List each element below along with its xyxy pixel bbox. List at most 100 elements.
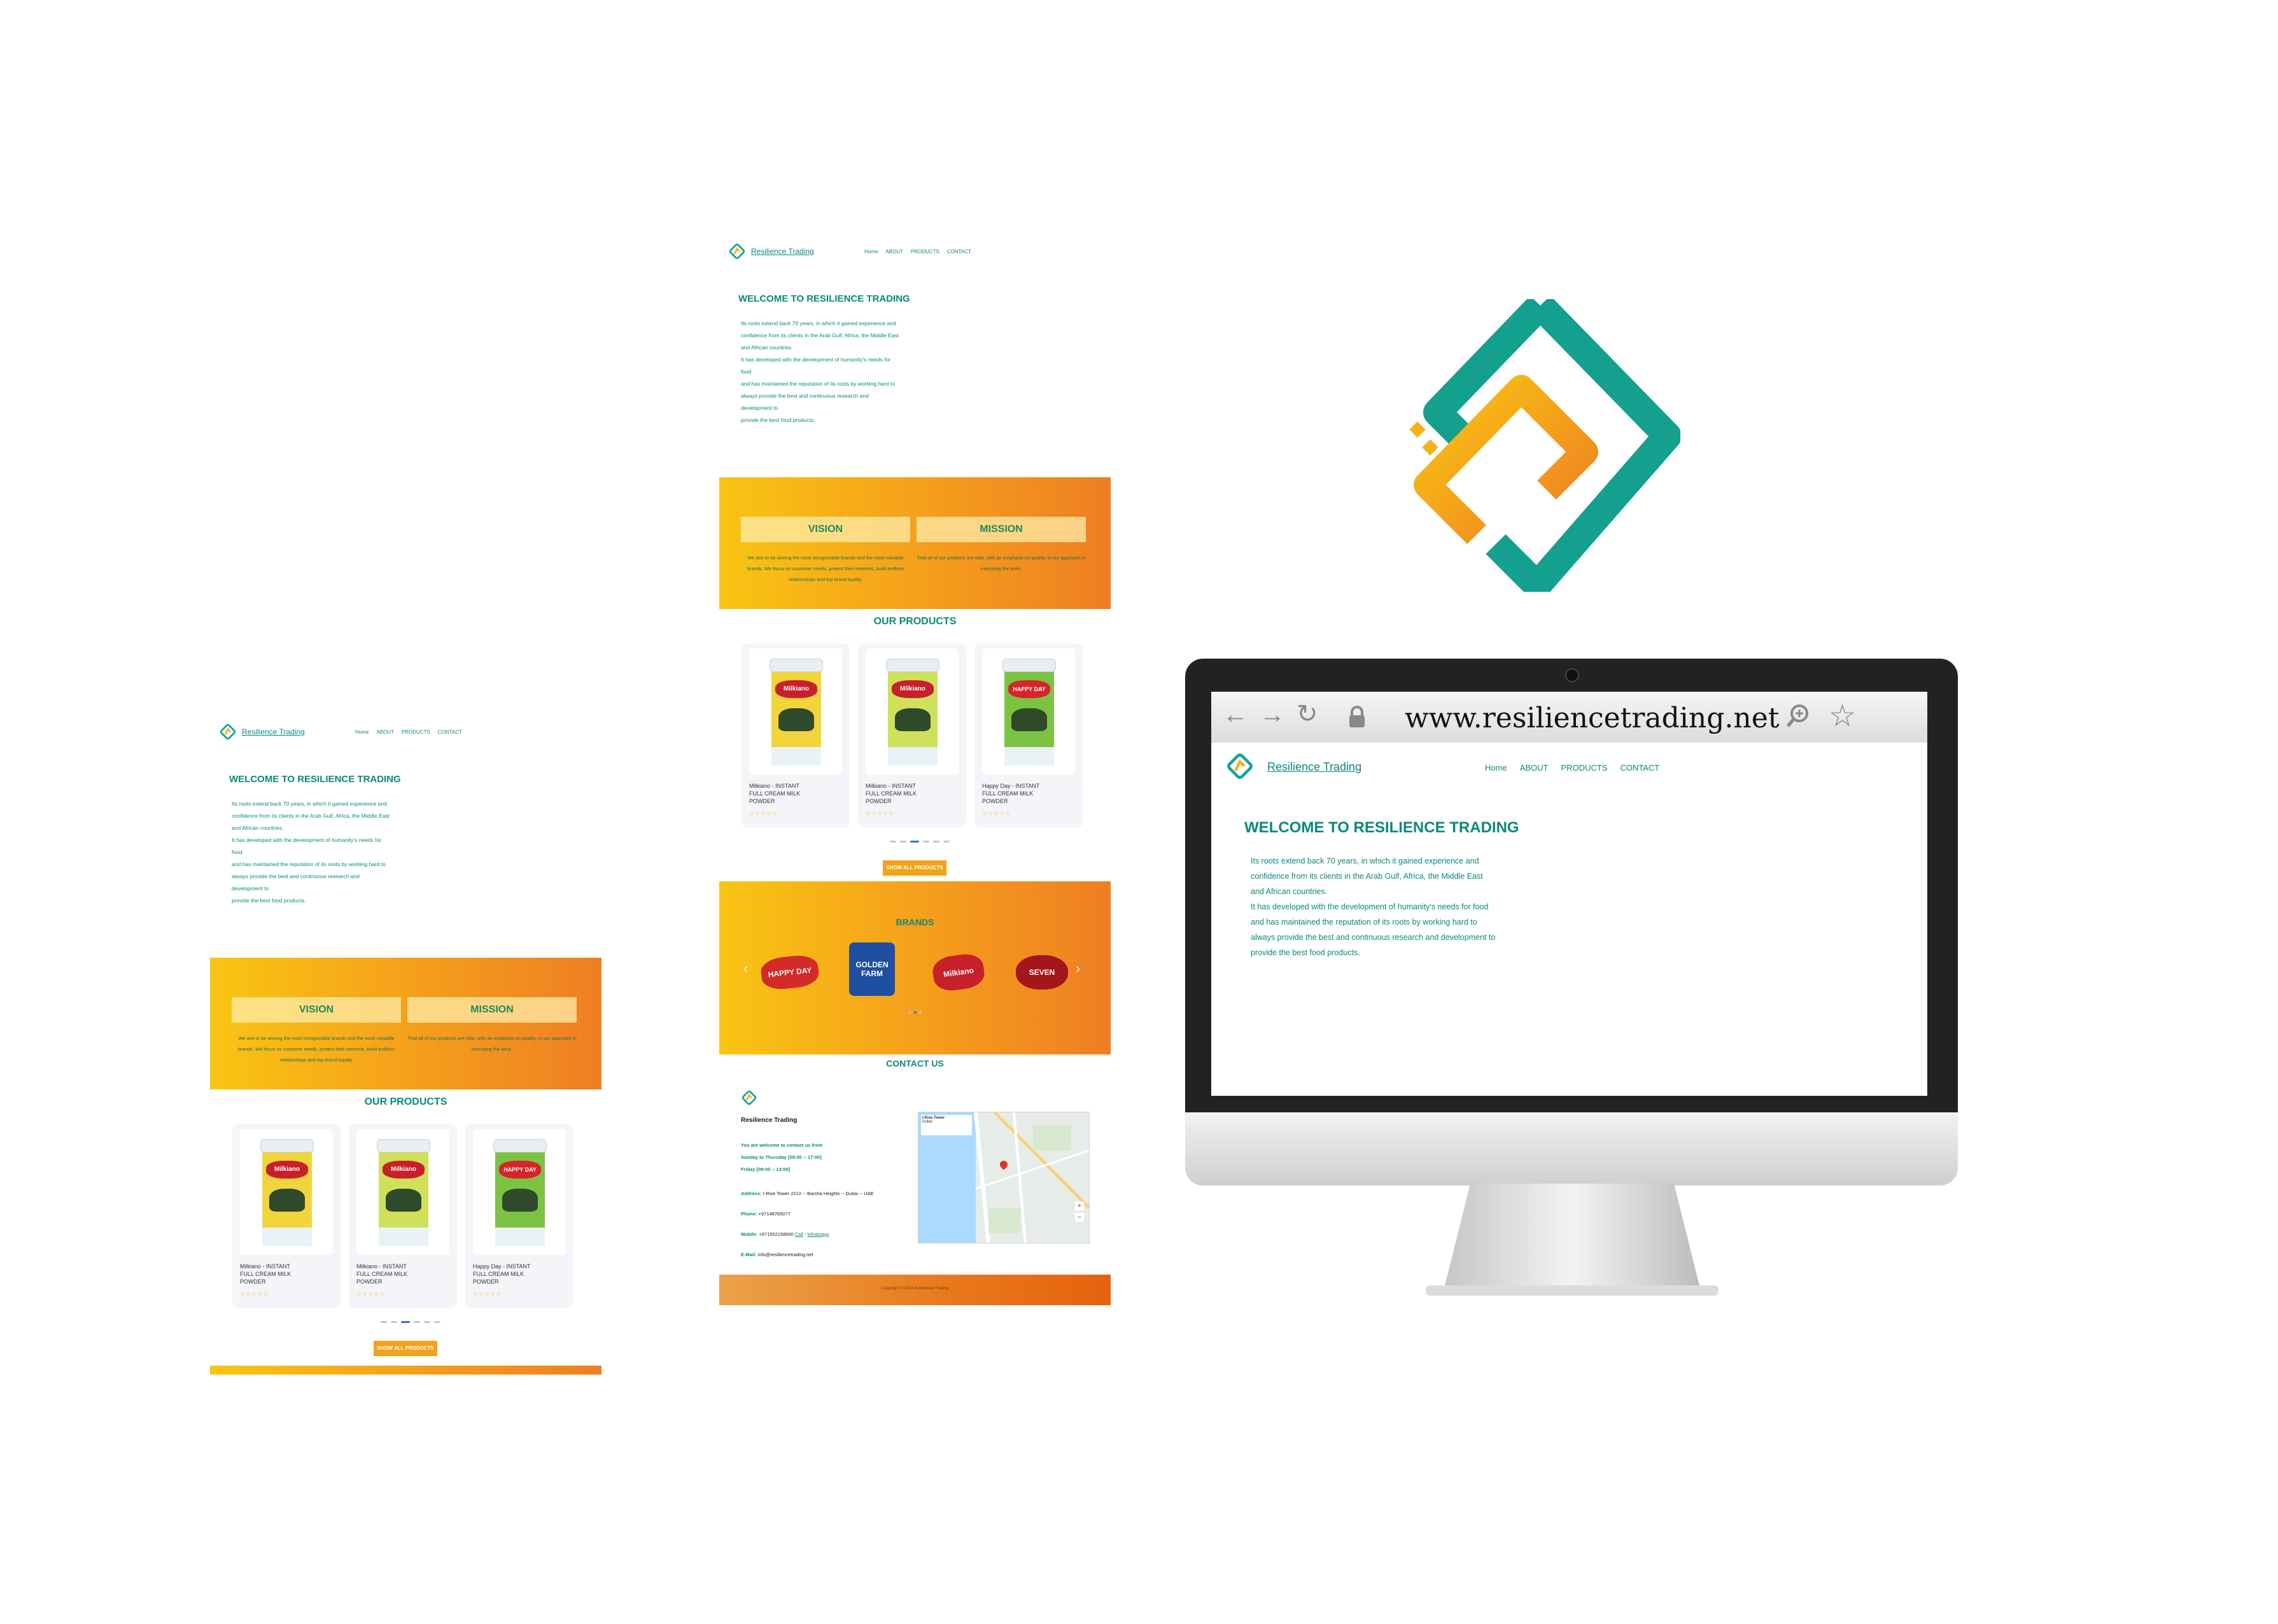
- carousel-dots[interactable]: [890, 841, 950, 843]
- vision-text: We aim to be among the most recognizable…: [237, 1035, 395, 1063]
- nav-about[interactable]: ABOUT: [376, 729, 394, 735]
- vision-text: We aim to be among the most recognizable…: [747, 555, 904, 582]
- product-card[interactable]: HAPPY DAY Happy Day - INSTANT FULL CREAM …: [974, 643, 1083, 828]
- footer-copyright: Copyright © 2023 Resilience Trading: [881, 1286, 949, 1291]
- product-title[interactable]: Happy Day - INSTANT FULL CREAM MILK POWDER: [982, 782, 1039, 805]
- product-image: HAPPY DAY: [473, 1129, 566, 1255]
- contact-email: E-Mail: info@resiliencetrading.net: [741, 1252, 813, 1257]
- zoom-icon[interactable]: [1785, 703, 1811, 731]
- brands-carousel-dots[interactable]: [909, 1011, 922, 1014]
- milk-can-image: Milkiano: [885, 659, 940, 766]
- contact-address: Address: I-Rise Tower 2212 -- Barsha Hei…: [741, 1191, 874, 1196]
- welcome-text: Its roots extend back 70 years, in which…: [741, 320, 899, 423]
- vision-box: VISION: [232, 997, 401, 1023]
- contact-hours-friday: Friday [09:00 -- 13:00]: [741, 1166, 791, 1172]
- site-logo-icon[interactable]: [219, 720, 237, 743]
- nav-home[interactable]: Home: [355, 729, 369, 735]
- nav-products[interactable]: PRODUCTS: [911, 249, 939, 255]
- nav-contact[interactable]: CONTACT: [1620, 763, 1659, 773]
- contact-welcome: You are welcome to contact us from: [741, 1142, 823, 1148]
- product-card[interactable]: Milkiano Milkiano - INSTANT FULL CREAM MI…: [858, 643, 966, 828]
- nav-products[interactable]: PRODUCTS: [402, 729, 430, 735]
- nav-home[interactable]: Home: [864, 249, 878, 255]
- milk-can-image: Milkiano: [260, 1139, 314, 1246]
- nav-home[interactable]: Home: [1485, 763, 1507, 773]
- rating-stars: ☆☆☆☆☆: [473, 1291, 502, 1297]
- nav-contact[interactable]: CONTACT: [438, 729, 462, 735]
- brand-logo-seven[interactable]: SEVEN: [1016, 955, 1068, 990]
- rating-stars: ☆☆☆☆☆: [982, 810, 1011, 816]
- welcome-title: WELCOME TO RESILIENCE TRADING: [1244, 819, 1519, 836]
- mission-text: That all of our products are elite, with…: [917, 555, 1086, 571]
- product-title[interactable]: Happy Day - INSTANT FULL CREAM MILK POWDER: [473, 1263, 530, 1285]
- product-card[interactable]: HAPPY DAY Happy Day - INSTANT FULL CREAM …: [465, 1124, 573, 1308]
- map-zoom-in-icon[interactable]: +: [1075, 1201, 1084, 1210]
- mission-box: MISSION: [917, 517, 1086, 542]
- milk-can-image: Milkiano: [376, 1139, 431, 1246]
- brand-link[interactable]: Resilience Trading: [1267, 760, 1361, 774]
- show-all-products-button[interactable]: SHOW ALL PRODUCTS: [883, 860, 946, 876]
- reload-icon[interactable]: ↻: [1297, 699, 1318, 729]
- milk-can-image: HAPPY DAY: [493, 1139, 547, 1246]
- forward-arrow-icon[interactable]: →: [1260, 701, 1285, 729]
- map-zoom-out-icon[interactable]: −: [1075, 1213, 1084, 1222]
- product-card[interactable]: Milkiano Milkiano - INSTANT FULL CREAM MI…: [349, 1124, 457, 1308]
- whatsapp-link[interactable]: Whatsapp: [807, 1231, 829, 1237]
- nav-products[interactable]: PRODUCTS: [1561, 763, 1607, 773]
- welcome-title: WELCOME TO RESILIENCE TRADING: [738, 293, 910, 304]
- contact-logo-icon: [742, 1090, 757, 1105]
- browser-toolbar: ← → ↻ www.resiliencetrading.net ☆: [1211, 692, 1927, 743]
- contact-title: CONTACT US: [886, 1058, 944, 1068]
- brand-link[interactable]: Resilience Trading: [751, 247, 814, 256]
- brand-logo-milkiano[interactable]: Milkiano: [931, 951, 987, 993]
- monitor-stand: [1426, 1184, 1719, 1296]
- mission-box: MISSION: [407, 997, 577, 1023]
- products-title: OUR PRODUCTS: [364, 1096, 447, 1107]
- brand-logo-golden-farm[interactable]: GOLDEN FARM: [849, 942, 895, 996]
- main-menu: Home ABOUT PRODUCTS CONTACT: [864, 249, 971, 255]
- vision-mission-section: VISION MISSION We aim to be among the mo…: [719, 477, 1111, 609]
- show-all-products-button[interactable]: SHOW ALL PRODUCTS: [374, 1341, 437, 1356]
- rating-stars: ☆☆☆☆☆: [749, 810, 778, 816]
- monitor-screen: ← → ↻ www.resiliencetrading.net ☆ Resili…: [1211, 692, 1927, 1096]
- nav-about[interactable]: ABOUT: [1520, 763, 1549, 773]
- monitor-chin: [1185, 1112, 1958, 1186]
- mission-text: That all of our products are elite, with…: [407, 1035, 577, 1052]
- welcome-title: WELCOME TO RESILIENCE TRADING: [229, 774, 401, 785]
- map-info-box: I-Rise Tower Dubai: [921, 1115, 972, 1135]
- brand-logo-happy-day[interactable]: HAPPY DAY: [759, 953, 820, 991]
- product-card[interactable]: Milkiano Milkiano - INSTANT FULL CREAM MI…: [742, 643, 850, 828]
- call-link[interactable]: Call: [795, 1231, 803, 1237]
- nav-contact[interactable]: CONTACT: [947, 249, 971, 255]
- contact-phone: Phone: +97148765077: [741, 1211, 791, 1217]
- product-card[interactable]: Milkiano Milkiano - INSTANT FULL CREAM MI…: [232, 1124, 341, 1308]
- site-footer: Copyright © 2023 Resilience Trading: [719, 1275, 1111, 1305]
- product-title[interactable]: Milkiano - INSTANT FULL CREAM MILK POWDER: [356, 1263, 407, 1285]
- site-logo-icon[interactable]: [1225, 749, 1255, 783]
- camera-dot: [1565, 668, 1579, 682]
- resilience-logo-icon: [1409, 299, 1680, 592]
- main-menu: Home ABOUT PRODUCTS CONTACT: [1485, 763, 1659, 773]
- site-logo-icon[interactable]: [728, 240, 746, 263]
- lock-icon: [1349, 706, 1365, 727]
- product-image: Milkiano: [866, 648, 959, 774]
- product-title[interactable]: Milkiano - INSTANT FULL CREAM MILK POWDER: [866, 782, 917, 805]
- product-title[interactable]: Milkiano - INSTANT FULL CREAM MILK POWDER: [240, 1263, 291, 1285]
- back-arrow-icon[interactable]: ←: [1223, 701, 1248, 729]
- url-bar[interactable]: www.resiliencetrading.net: [1405, 702, 1779, 734]
- star-icon[interactable]: ☆: [1829, 698, 1856, 734]
- carousel-next-icon[interactable]: ›: [1076, 960, 1080, 977]
- carousel-prev-icon[interactable]: ‹: [743, 960, 748, 977]
- product-image: Milkiano: [356, 1129, 449, 1255]
- product-image: Milkiano: [749, 648, 842, 774]
- product-title[interactable]: Milkiano - INSTANT FULL CREAM MILK POWDER: [749, 782, 800, 805]
- brand-link[interactable]: Resilience Trading: [242, 727, 305, 736]
- carousel-dots[interactable]: [381, 1321, 440, 1323]
- page-mockup-full: Resilience Trading Home ABOUT PRODUCTS C…: [719, 232, 1111, 1308]
- location-map[interactable]: I-Rise Tower Dubai + −: [918, 1112, 1090, 1243]
- product-image: Milkiano: [240, 1129, 333, 1255]
- rating-stars: ☆☆☆☆☆: [356, 1291, 386, 1297]
- milk-can-image: HAPPY DAY: [1002, 659, 1057, 766]
- contact-company: Resilience Trading: [741, 1117, 798, 1124]
- nav-about[interactable]: ABOUT: [885, 249, 903, 255]
